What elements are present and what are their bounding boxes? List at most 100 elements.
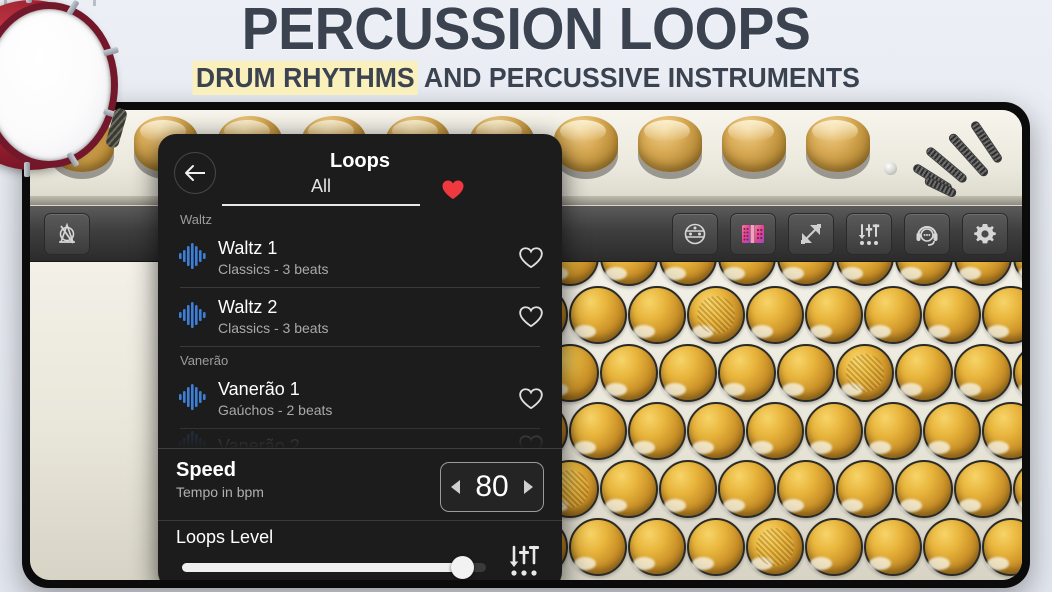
decor-ball [884, 162, 897, 175]
favorite-toggle[interactable] [518, 246, 544, 270]
tab-all[interactable]: All [222, 176, 420, 206]
accordion-button[interactable] [628, 286, 686, 344]
favorite-toggle[interactable] [518, 305, 544, 329]
waveform-icon [179, 242, 206, 269]
accordion-button[interactable] [687, 286, 745, 344]
drum-lug [26, 0, 32, 3]
heart-filled-icon [442, 180, 464, 199]
list-item-subtitle: Classics - 3 beats [218, 261, 329, 277]
list-item[interactable]: Waltz 1 Classics - 3 beats [158, 229, 562, 287]
waveform-icon [179, 383, 206, 410]
gear-icon[interactable] [962, 212, 1008, 255]
list-item-name: Vanerão 2 [218, 435, 300, 449]
triangle-right-icon[interactable] [524, 480, 533, 494]
list-item-name: Vanerão 1 [218, 379, 300, 399]
headset-support-icon[interactable] [904, 212, 950, 255]
back-button[interactable] [174, 152, 216, 194]
slider-thumb[interactable] [450, 556, 474, 579]
equalizer-icon[interactable] [504, 541, 544, 580]
accordion-button[interactable] [923, 286, 981, 344]
register-knob[interactable] [806, 116, 870, 172]
accordion-button[interactable] [628, 402, 686, 460]
accordion-button[interactable] [982, 518, 1022, 576]
register-knob[interactable] [722, 116, 786, 172]
accordion-button[interactable] [659, 460, 717, 518]
list-item-text: Vanerão 1 Gaúchos - 2 beats [218, 379, 518, 419]
accordion-button[interactable] [718, 344, 776, 402]
accordion-button[interactable] [746, 518, 804, 576]
accordion-button[interactable] [864, 518, 922, 576]
accordion-button[interactable] [569, 402, 627, 460]
drum-rim [0, 2, 118, 168]
waveform-icon [178, 301, 208, 334]
arrow-left-icon [185, 165, 205, 181]
accordion-button[interactable] [628, 518, 686, 576]
mixer-icon[interactable] [846, 212, 892, 255]
accordion-button[interactable] [923, 402, 981, 460]
accordion-button[interactable] [777, 460, 835, 518]
accordion-button[interactable] [1013, 344, 1022, 402]
accordion-button[interactable] [687, 402, 745, 460]
accordion-button[interactable] [954, 344, 1012, 402]
heart-outline-icon [519, 247, 543, 269]
accordion-button[interactable] [895, 344, 953, 402]
accordion-button[interactable] [923, 518, 981, 576]
register-knob[interactable] [554, 116, 618, 172]
triangle-left-icon[interactable] [451, 480, 460, 494]
accordion-button[interactable] [687, 518, 745, 576]
accordion-button[interactable] [718, 460, 776, 518]
dialog-title: Loops [330, 150, 390, 172]
list-item-text: Vanerão 2 [218, 436, 518, 449]
register-knob[interactable] [638, 116, 702, 172]
favorite-toggle[interactable] [518, 434, 544, 448]
favorites-filter-button[interactable] [440, 178, 466, 202]
tablet-device-frame: Loops All Waltz Waltz 1 Classics - 3 beats… [22, 102, 1030, 588]
waveform-icon [178, 430, 208, 448]
loops-level-slider[interactable] [182, 556, 486, 579]
slider-fill [182, 563, 462, 572]
accordion-button[interactable] [954, 460, 1012, 518]
accordion-button[interactable] [569, 518, 627, 576]
accordion-button[interactable] [805, 286, 863, 344]
accordion-button[interactable] [982, 286, 1022, 344]
list-item[interactable]: Vanerão 2 [158, 429, 562, 448]
metronome-muted-icon[interactable] [44, 212, 90, 255]
accordion-button[interactable] [1013, 460, 1022, 518]
bellows-icon[interactable] [788, 212, 834, 255]
accordion-icon[interactable] [730, 212, 776, 255]
accordion-button[interactable] [569, 286, 627, 344]
bass-register-icon[interactable] [672, 212, 718, 255]
list-group-label: Waltz [180, 212, 213, 227]
loops-list[interactable]: Waltz Waltz 1 Classics - 3 beats Waltz 2 Cla… [158, 206, 562, 448]
accordion-button[interactable] [982, 402, 1022, 460]
accordion-button[interactable] [864, 286, 922, 344]
bass-drum-image [0, 0, 142, 182]
accordion-button[interactable] [805, 518, 863, 576]
list-item-subtitle: Gaúchos - 2 beats [218, 402, 333, 418]
list-item[interactable]: Vanerão 1 Gaúchos - 2 beats [158, 370, 562, 428]
device-screen: Loops All Waltz Waltz 1 Classics - 3 beats… [30, 110, 1022, 580]
accordion-button[interactable] [836, 344, 894, 402]
accordion-button[interactable] [777, 344, 835, 402]
accordion-button[interactable] [746, 286, 804, 344]
favorite-toggle[interactable] [518, 387, 544, 411]
accordion-button[interactable] [600, 344, 658, 402]
accordion-button[interactable] [659, 344, 717, 402]
drum-lug [24, 162, 30, 177]
speed-value: 80 [475, 470, 509, 503]
waveform-icon [178, 242, 208, 275]
list-item[interactable]: Waltz 2 Classics - 3 beats [158, 288, 562, 346]
heart-outline-icon [519, 306, 543, 328]
list-item-name: Waltz 1 [218, 238, 278, 258]
accordion-button[interactable] [600, 460, 658, 518]
speed-stepper[interactable]: 80 [440, 462, 544, 512]
loops-dialog: Loops All Waltz Waltz 1 Classics - 3 beats… [158, 134, 562, 580]
accordion-button[interactable] [746, 402, 804, 460]
accordion-button[interactable] [895, 460, 953, 518]
accordion-button[interactable] [805, 402, 863, 460]
accordion-button[interactable] [836, 460, 894, 518]
accordion-button[interactable] [864, 402, 922, 460]
list-item-text: Waltz 1 Classics - 3 beats [218, 238, 518, 278]
dialog-header: Loops All [158, 134, 562, 206]
waveform-icon [179, 301, 206, 328]
